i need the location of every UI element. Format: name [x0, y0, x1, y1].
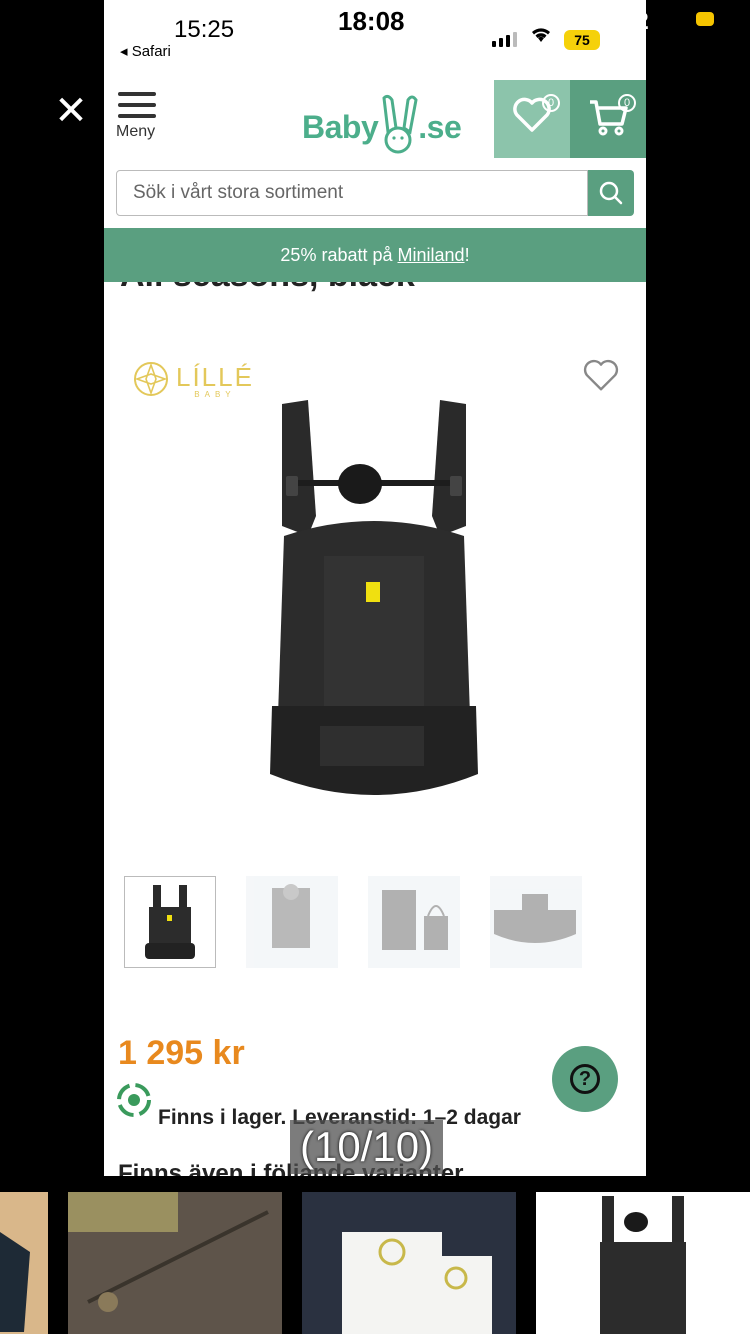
help-chat-button[interactable]: ? [552, 1046, 618, 1112]
search-input[interactable] [116, 170, 588, 216]
filmstrip-photo-1[interactable] [0, 1192, 48, 1334]
status-bar: 15:25 ◂ Safari 18:08 75 [104, 0, 646, 80]
viewer-root: on 52 ✕ 15:25 ◂ Safari 18:08 75 Meny Bab… [0, 0, 750, 1334]
wifi-icon [528, 24, 554, 50]
site-header: Meny Baby .se 0 0 [104, 80, 646, 158]
promo-text-end: ! [464, 245, 470, 265]
brand-logo: LÍLLÉ BABY [132, 360, 254, 403]
filmstrip-photo-2[interactable] [68, 1192, 282, 1334]
search-row [104, 158, 646, 228]
back-to-safari-link[interactable]: ◂ Safari [120, 42, 171, 60]
thumbnail-3[interactable] [368, 876, 460, 968]
image-counter: (10/10) [290, 1120, 444, 1174]
thumbnail-2[interactable] [246, 876, 338, 968]
thumbnail-1[interactable] [124, 876, 216, 968]
thumbnail-4[interactable] [490, 876, 582, 968]
promo-text: 25% rabatt på [280, 245, 398, 265]
question-icon: ? [570, 1064, 600, 1094]
cart-count: 0 [618, 94, 636, 112]
search-button[interactable] [588, 170, 634, 216]
battery-indicator: 75 [564, 30, 600, 50]
wishlist-count: 0 [542, 94, 560, 112]
promo-banner: 25% rabatt på Miniland! [104, 228, 646, 282]
photo-filmstrip [0, 1192, 750, 1334]
menu-button[interactable]: Meny [116, 88, 166, 150]
status-time: 18:08 [338, 6, 405, 36]
thumbnail-strip [124, 876, 582, 968]
filmstrip-photo-3[interactable] [302, 1192, 516, 1334]
product-price: 1 295 kr [118, 1034, 245, 1072]
cart-button[interactable]: 0 [570, 80, 646, 158]
menu-label: Meny [116, 123, 156, 140]
logo-text-left: Baby [302, 109, 379, 145]
promo-link[interactable]: Miniland [398, 245, 465, 265]
phone-screenshot: 15:25 ◂ Safari 18:08 75 Meny Baby .se 0 … [104, 0, 646, 1176]
close-viewer-button[interactable]: ✕ [52, 91, 90, 131]
status-time-small: 15:25 [174, 16, 235, 43]
wishlist-button[interactable]: 0 [494, 80, 570, 158]
product-main-image[interactable] [264, 396, 484, 812]
site-logo[interactable]: Baby .se [302, 92, 462, 154]
logo-text-right: .se [418, 109, 462, 145]
add-to-wishlist-heart-icon[interactable] [582, 358, 620, 399]
recycle-icon [114, 1080, 154, 1125]
signal-icon [492, 32, 517, 47]
filmstrip-photo-4[interactable] [536, 1192, 750, 1334]
brand-name: LÍLLÉ [176, 362, 254, 392]
bunny-logo-icon [378, 92, 418, 154]
indicator-dot [696, 12, 714, 26]
search-icon [598, 180, 624, 211]
brand-emblem-icon [132, 360, 170, 403]
